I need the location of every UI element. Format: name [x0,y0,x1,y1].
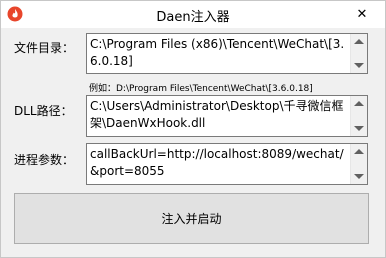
file-dir-value: C:\Program Files (x86)\Tencent\WeChat\[3… [90,37,345,68]
dll-path-value: C:\Users\Administrator\Desktop\千寻微信框架\Da… [90,99,344,130]
scroll-up-icon[interactable] [354,101,364,106]
dll-path-scrollbar[interactable] [350,96,367,136]
process-args-field[interactable]: callBackUrl=http://localhost:8089/wechat… [86,143,368,185]
process-args-value: callBackUrl=http://localhost:8089/wechat… [90,147,344,178]
process-args-label: 进程参数： [14,153,75,167]
inject-and-start-button[interactable]: 注入并启动 [14,193,369,244]
scroll-down-icon[interactable] [354,63,364,68]
scroll-down-icon[interactable] [354,126,364,131]
file-dir-scrollbar[interactable] [350,34,367,73]
scroll-up-icon[interactable] [354,39,364,44]
close-icon: ✕ [356,7,368,22]
injector-window: Daen注入器 ✕ 文件目录： C:\Program Files (x86)\T… [0,0,386,258]
dll-path-field[interactable]: C:\Users\Administrator\Desktop\千寻微信框架\Da… [86,95,368,137]
file-dir-hint: 例如：D:\Program Files\Tencent\WeChat\[3.6.… [89,84,313,94]
dll-path-label: DLL路径： [14,104,73,118]
file-dir-label: 文件目录： [14,41,75,55]
window-title: Daen注入器 [156,10,230,25]
scroll-up-icon[interactable] [354,149,364,154]
title-bar[interactable]: Daen注入器 ✕ [1,1,385,28]
process-args-scrollbar[interactable] [350,144,367,184]
close-button[interactable]: ✕ [339,1,385,28]
file-dir-field[interactable]: C:\Program Files (x86)\Tencent\WeChat\[3… [86,33,368,74]
scroll-down-icon[interactable] [354,174,364,179]
